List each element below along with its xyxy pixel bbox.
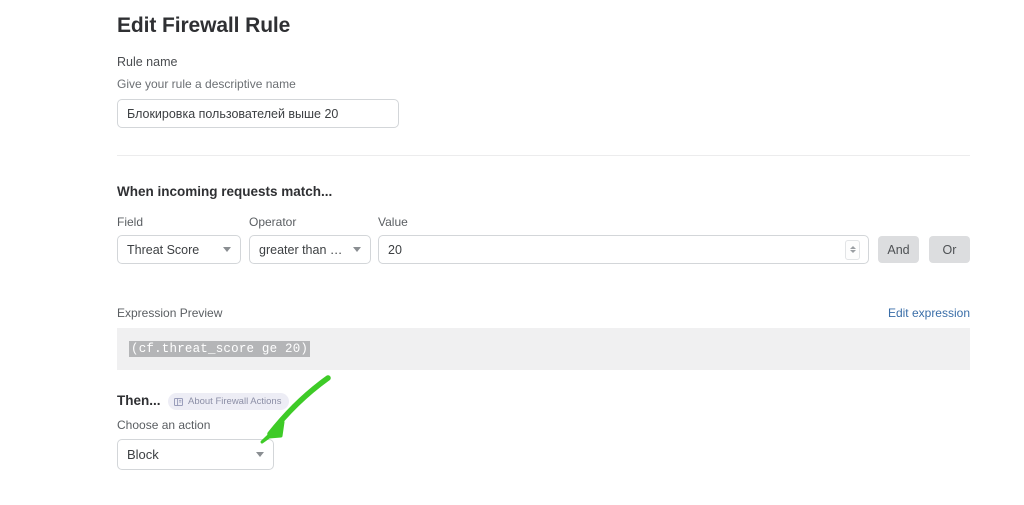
rule-name-help-text: Give your rule a descriptive name [117,77,296,91]
operator-label: Operator [249,215,297,229]
field-select[interactable]: Threat Score [117,235,241,264]
action-select[interactable]: Block [117,439,274,470]
operator-select-value: greater than o... [259,242,347,257]
and-button[interactable]: And [878,236,919,263]
or-button[interactable]: Or [929,236,970,263]
match-section-heading: When incoming requests match... [117,184,333,199]
value-input-container [378,235,869,264]
expression-preview-label: Expression Preview [117,306,223,320]
rule-name-input[interactable] [117,99,399,128]
edit-expression-link[interactable]: Edit expression [888,306,970,320]
operator-select[interactable]: greater than o... [249,235,371,264]
about-firewall-actions-label: About Firewall Actions [188,396,282,407]
chevron-down-icon [223,247,231,252]
section-divider [117,155,970,156]
page-title: Edit Firewall Rule [117,14,291,37]
action-select-value: Block [127,447,159,462]
choose-action-label: Choose an action [117,418,211,432]
book-icon [174,397,183,406]
firewall-rule-editor: Edit Firewall Rule Rule name Give your r… [0,0,1024,505]
stepper-up-icon [849,245,856,249]
field-label: Field [117,215,144,229]
about-firewall-actions-badge[interactable]: About Firewall Actions [168,393,290,410]
field-select-value: Threat Score [127,242,200,257]
value-label: Value [378,215,408,229]
rule-name-label: Rule name [117,55,178,69]
then-section-heading: Then... [117,393,161,408]
stepper-down-icon [849,250,856,254]
number-stepper[interactable] [845,239,860,260]
chevron-down-icon [353,247,361,252]
value-input[interactable] [379,242,845,257]
chevron-down-icon [256,452,264,457]
expression-code-text: (cf.threat_score ge 20) [129,341,311,357]
